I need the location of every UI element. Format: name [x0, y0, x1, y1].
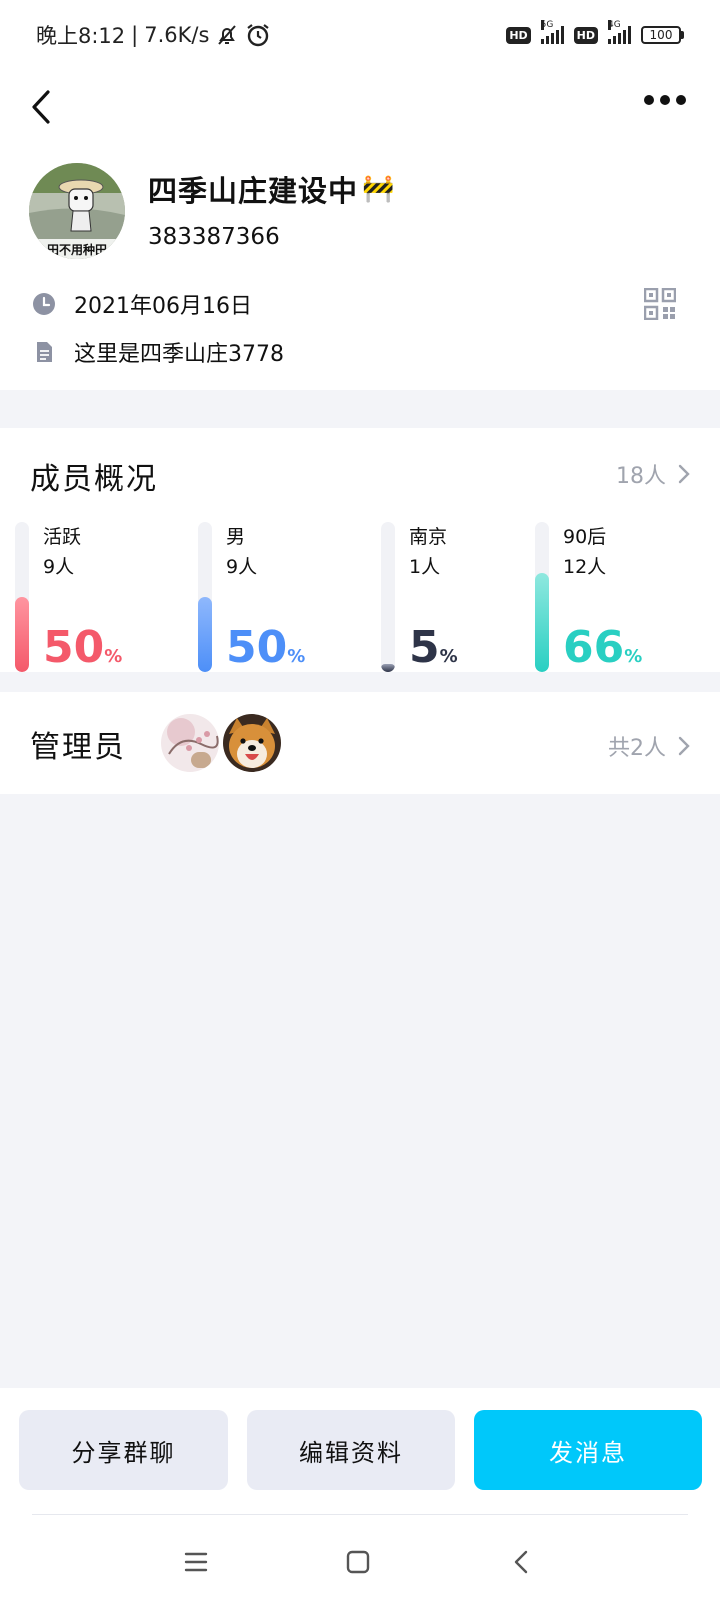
stat-count: 9人	[226, 556, 258, 578]
stat-90s: 90后 12人 66%	[535, 522, 715, 672]
document-icon	[37, 342, 52, 362]
stat-count: 1人	[409, 556, 441, 578]
stat-fill	[535, 573, 549, 672]
member-count-link[interactable]: 18人	[616, 458, 692, 490]
stat-fill	[15, 597, 29, 672]
status-left: 晚上8:12 | 7.6K/s	[36, 20, 271, 50]
group-name-text: 四季山庄建设中	[148, 174, 359, 208]
back-button[interactable]	[26, 80, 58, 132]
stat-count: 9人	[43, 556, 75, 578]
status-bar: 晚上8:12 | 7.6K/s HD 5G HD 4G 100	[0, 0, 720, 70]
battery-icon: 100	[641, 26, 684, 44]
group-avatar[interactable]: 田不用种田	[29, 163, 125, 259]
stat-label: 南京	[409, 526, 448, 548]
avatar-caption: 田不用种田	[47, 242, 107, 257]
more-dots-icon	[644, 95, 654, 105]
created-date-row: 2021年06月16日	[32, 288, 252, 320]
stat-track	[15, 522, 29, 672]
stat-count: 12人	[563, 556, 607, 578]
top-nav	[0, 70, 720, 150]
mute-bell-icon	[218, 25, 237, 45]
construction-emoji: 🚧	[362, 174, 396, 204]
stat-track	[535, 522, 549, 672]
admin-avatar[interactable]	[223, 714, 281, 772]
status-divider: |	[131, 23, 139, 47]
home-button[interactable]	[340, 1544, 376, 1580]
stat-nanjing: 南京 1人 5%	[381, 522, 561, 672]
stat-percent: 50%	[43, 622, 123, 673]
chevron-right-icon	[678, 736, 690, 756]
stat-fill	[198, 597, 212, 672]
status-right: HD 5G HD 4G 100	[506, 20, 684, 44]
qr-code-button[interactable]	[643, 287, 677, 321]
clock-icon	[33, 293, 55, 315]
group-profile: 田不用种田 四季山庄建设中 🚧 383387366 2021年06月16日 这里…	[0, 150, 720, 390]
member-total: 18人	[616, 464, 666, 489]
stat-label: 90后	[563, 526, 607, 548]
send-message-button[interactable]: 发消息	[474, 1410, 702, 1490]
stat-track	[198, 522, 212, 672]
signal-5g-icon: 5G	[540, 20, 564, 44]
net-label-4g: 4G	[608, 20, 621, 30]
edit-profile-button[interactable]: 编辑资料	[247, 1410, 455, 1490]
admins-section[interactable]: 管理员 共2人	[0, 692, 720, 794]
menu-lines-icon	[184, 1552, 208, 1572]
signal-4g-icon: 4G	[608, 20, 631, 44]
group-name: 四季山庄建设中 🚧	[148, 168, 395, 210]
system-back-button[interactable]	[504, 1544, 540, 1580]
stat-label: 活跃	[43, 526, 82, 548]
stat-percent: 5%	[409, 622, 458, 673]
more-button[interactable]	[644, 90, 692, 110]
divider	[32, 1514, 688, 1515]
stat-active: 活跃 9人 50%	[15, 522, 195, 672]
stat-male: 男 9人 50%	[198, 522, 378, 672]
alarm-clock-icon	[247, 24, 270, 47]
group-id: 383387366	[148, 224, 280, 250]
hd-badge: HD	[506, 26, 531, 44]
member-overview-title: 成员概况	[30, 462, 158, 497]
member-overview: 成员概况 18人 活跃 9人 50% 男 9人 50% 南京 1人 5% 90后…	[0, 428, 720, 672]
home-square-icon	[346, 1550, 370, 1574]
admin-avatar[interactable]	[161, 714, 219, 772]
group-description: 这里是四季山庄3778	[74, 342, 284, 367]
created-date: 2021年06月16日	[74, 294, 252, 319]
chevron-left-icon	[32, 90, 50, 124]
stat-percent: 50%	[226, 622, 306, 673]
battery-level: 100	[641, 26, 681, 44]
hd-badge-2: HD	[573, 26, 598, 44]
admin-count-link[interactable]: 共2人	[608, 730, 692, 762]
chevron-left-icon	[514, 1550, 528, 1574]
description-row: 这里是四季山庄3778	[32, 336, 284, 368]
bottom-bar: 分享群聊 编辑资料 发消息	[0, 1388, 720, 1600]
qr-code-icon	[643, 287, 677, 321]
chevron-right-icon	[678, 464, 690, 484]
admins-title: 管理员	[30, 730, 126, 765]
system-nav-bar	[0, 1528, 720, 1600]
admin-total: 共2人	[608, 736, 666, 761]
recents-button[interactable]	[178, 1544, 214, 1580]
status-time: 晚上8:12	[36, 24, 126, 48]
stat-label: 男	[226, 526, 246, 548]
stat-fill	[381, 664, 395, 672]
net-label-5g: 5G	[540, 20, 554, 30]
stat-track	[381, 522, 395, 672]
status-speed: 7.6K/s	[144, 23, 210, 47]
stat-percent: 66%	[563, 622, 643, 673]
share-group-button[interactable]: 分享群聊	[19, 1410, 228, 1490]
